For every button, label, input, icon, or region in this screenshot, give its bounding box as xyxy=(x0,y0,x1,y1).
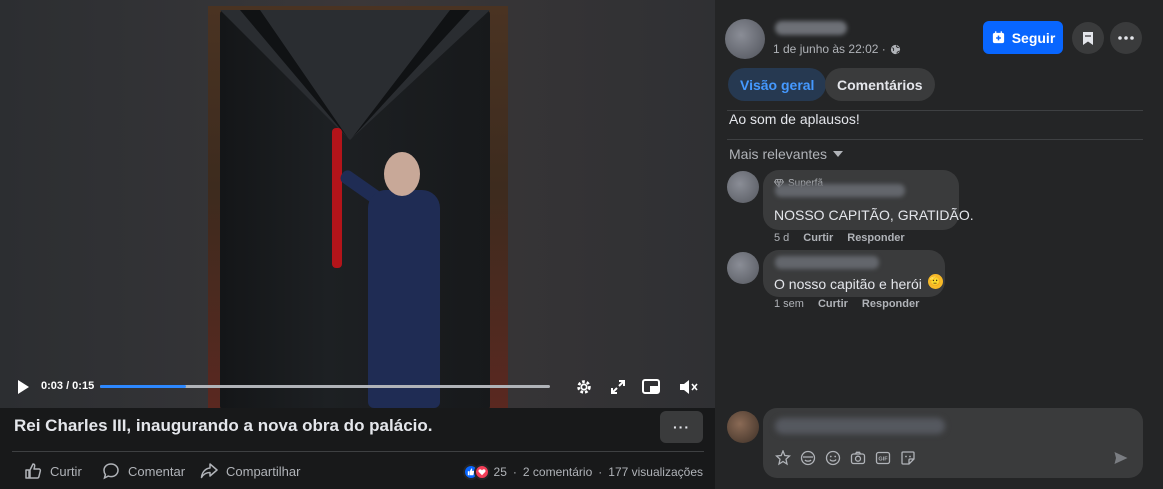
follow-label: Seguir xyxy=(1011,29,1056,46)
sticker2-icon[interactable] xyxy=(900,450,916,466)
comment-time[interactable]: 1 sem xyxy=(774,298,804,310)
post-title: Rei Charles III, inaugurando a nova obra… xyxy=(14,416,433,435)
current-user-avatar[interactable] xyxy=(727,411,759,443)
like-label: Curtir xyxy=(50,463,82,479)
progress-fill xyxy=(100,385,186,388)
tab-overview[interactable]: Visão geral xyxy=(728,68,827,101)
send-icon[interactable] xyxy=(1113,450,1129,466)
comment-icon xyxy=(103,463,119,480)
share-icon xyxy=(200,463,218,479)
commenter-avatar[interactable] xyxy=(727,171,759,203)
comment-reply[interactable]: Responder xyxy=(862,298,919,310)
video-frame xyxy=(208,6,508,408)
comment-composer[interactable]: GIF xyxy=(763,408,1143,478)
reaction-count[interactable]: 25 xyxy=(494,465,507,479)
sort-dropdown[interactable]: Mais relevantes xyxy=(729,146,844,162)
post-date-text: 1 de junho às 22:02 · xyxy=(773,42,886,56)
follow-icon xyxy=(992,31,1004,44)
caret-down-icon xyxy=(833,151,844,157)
comment-meta: 1 sem Curtir Responder xyxy=(774,298,919,310)
post-caption: Ao som de aplausos! xyxy=(729,111,860,127)
curtain-fold xyxy=(220,10,490,140)
comment-like[interactable]: Curtir xyxy=(818,298,848,310)
comment-reply[interactable]: Responder xyxy=(847,232,904,244)
tab-comments[interactable]: Comentários xyxy=(825,68,935,101)
comment-text: NOSSO CAPITÃO, GRATIDÃO. xyxy=(774,207,974,223)
stats-separator: · xyxy=(512,465,517,479)
progress-bar[interactable] xyxy=(100,385,550,388)
like-icon xyxy=(25,463,42,479)
comment-meta: 5 d Curtir Responder xyxy=(774,232,905,244)
comment-time[interactable]: 5 d xyxy=(774,232,789,244)
avatar-icon[interactable] xyxy=(800,450,816,466)
author-name-redacted[interactable] xyxy=(775,21,847,35)
comment-button[interactable]: Comentar xyxy=(102,459,185,483)
person xyxy=(338,152,448,408)
save-icon xyxy=(1083,31,1093,45)
camera-icon[interactable] xyxy=(850,450,866,466)
comment-bubble: Superfã NOSSO CAPITÃO, GRATIDÃO. xyxy=(763,170,974,230)
commenter-name-redacted[interactable] xyxy=(775,256,879,269)
comment-bubble: O nosso capitão e herói 🫡 xyxy=(763,250,945,297)
salute-emoji: 🫡 xyxy=(927,274,943,289)
red-rope xyxy=(332,128,342,268)
divider xyxy=(12,451,704,452)
post-more-button[interactable]: ··· xyxy=(660,411,703,443)
composer-placeholder-redacted[interactable] xyxy=(775,418,945,434)
pip-icon[interactable] xyxy=(641,377,661,397)
expand-icon[interactable] xyxy=(608,377,628,397)
video-controls: 0:03 / 0:15 xyxy=(0,372,715,402)
composer-tools: GIF xyxy=(775,450,916,466)
page: 0:03 / 0:15 Rei Charles III, inaugurando… xyxy=(0,0,1163,489)
post-actions: Curtir Comentar Compartilhar 25 · 2 come… xyxy=(0,455,715,487)
post-stats: 25 · 2 comentário · 177 visualizações xyxy=(462,464,703,480)
share-button[interactable]: Compartilhar xyxy=(200,459,300,483)
comment-like[interactable]: Curtir xyxy=(803,232,833,244)
video-time: 0:03 / 0:15 xyxy=(41,380,95,392)
share-label: Compartilhar xyxy=(226,463,301,479)
stats-separator: · xyxy=(598,465,603,479)
author-avatar[interactable] xyxy=(725,19,765,59)
view-count: 177 visualizações xyxy=(608,465,703,479)
emoji-icon[interactable] xyxy=(825,450,841,466)
more-options-button[interactable] xyxy=(1110,22,1142,54)
follow-button[interactable]: Seguir xyxy=(983,21,1063,54)
globe-icon xyxy=(890,44,900,54)
more-icon xyxy=(1118,36,1134,40)
comment-label: Comentar xyxy=(128,463,186,479)
comment-count[interactable]: 2 comentário xyxy=(523,465,592,479)
save-button[interactable] xyxy=(1072,22,1104,54)
commenter-name-redacted[interactable] xyxy=(775,184,905,197)
video-player[interactable]: 0:03 / 0:15 xyxy=(0,0,715,408)
gif-icon[interactable]: GIF xyxy=(875,450,891,466)
comment-text: O nosso capitão e herói 🫡 xyxy=(774,274,943,292)
mute-icon[interactable] xyxy=(679,377,699,397)
curtain xyxy=(220,10,490,408)
post-panel: 1 de junho às 22:02 · Seguir Visão geral… xyxy=(715,0,1163,489)
play-icon[interactable] xyxy=(15,379,31,395)
divider xyxy=(727,139,1143,140)
svg-text:GIF: GIF xyxy=(878,457,888,463)
love-reaction-icon xyxy=(473,464,490,480)
post-date[interactable]: 1 de junho às 22:02 · xyxy=(773,42,901,56)
reactions[interactable] xyxy=(462,464,490,480)
settings-icon[interactable] xyxy=(574,377,594,397)
comment-text-content: O nosso capitão e herói xyxy=(774,276,922,292)
sticker-icon[interactable] xyxy=(775,450,791,466)
sort-label: Mais relevantes xyxy=(729,146,828,162)
like-button[interactable]: Curtir xyxy=(24,459,82,483)
commenter-avatar[interactable] xyxy=(727,252,759,284)
